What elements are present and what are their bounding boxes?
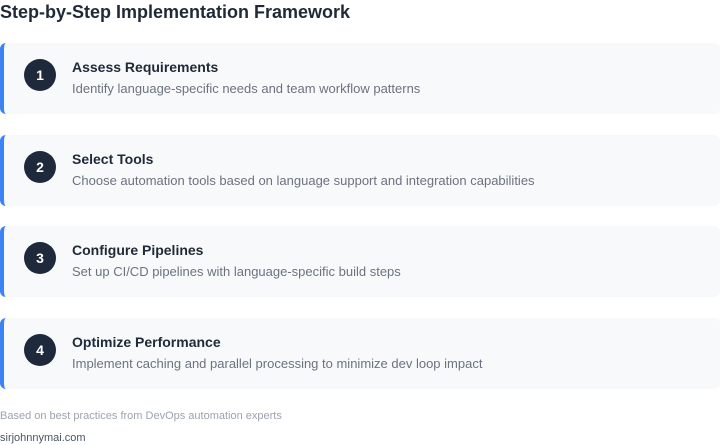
step-number-badge: 3 — [24, 242, 56, 275]
step-title: Assess Requirements — [72, 59, 219, 75]
step-description: Set up CI/CD pipelines with language-spe… — [72, 264, 401, 280]
step-number-badge: 2 — [24, 150, 56, 183]
step-number-badge: 1 — [24, 59, 56, 91]
step-card-2: 2 Select Tools Choose automation tools b… — [0, 134, 720, 206]
steps-list: 1 Assess Requirements Identify language-… — [0, 43, 720, 409]
step-description: Identify language-specific needs and tea… — [72, 81, 421, 96]
step-title: Select Tools — [72, 150, 154, 167]
step-description: Choose automation tools based on languag… — [72, 172, 535, 188]
step-title: Optimize Performance — [72, 333, 221, 350]
footnote: Based on best practices from DevOps auto… — [0, 410, 282, 422]
step-number-badge: 4 — [24, 333, 56, 366]
step-card-1: 1 Assess Requirements Identify language-… — [0, 43, 720, 114]
step-card-4: 4 Optimize Performance Implement caching… — [0, 317, 720, 389]
source-credit: sirjohnnymai.com — [0, 432, 86, 444]
step-title: Configure Pipelines — [72, 242, 204, 259]
step-description: Implement caching and parallel processin… — [72, 355, 483, 371]
page-title: Step-by-Step Implementation Framework — [0, 2, 351, 22]
step-card-3: 3 Configure Pipelines Set up CI/CD pipel… — [0, 226, 720, 298]
